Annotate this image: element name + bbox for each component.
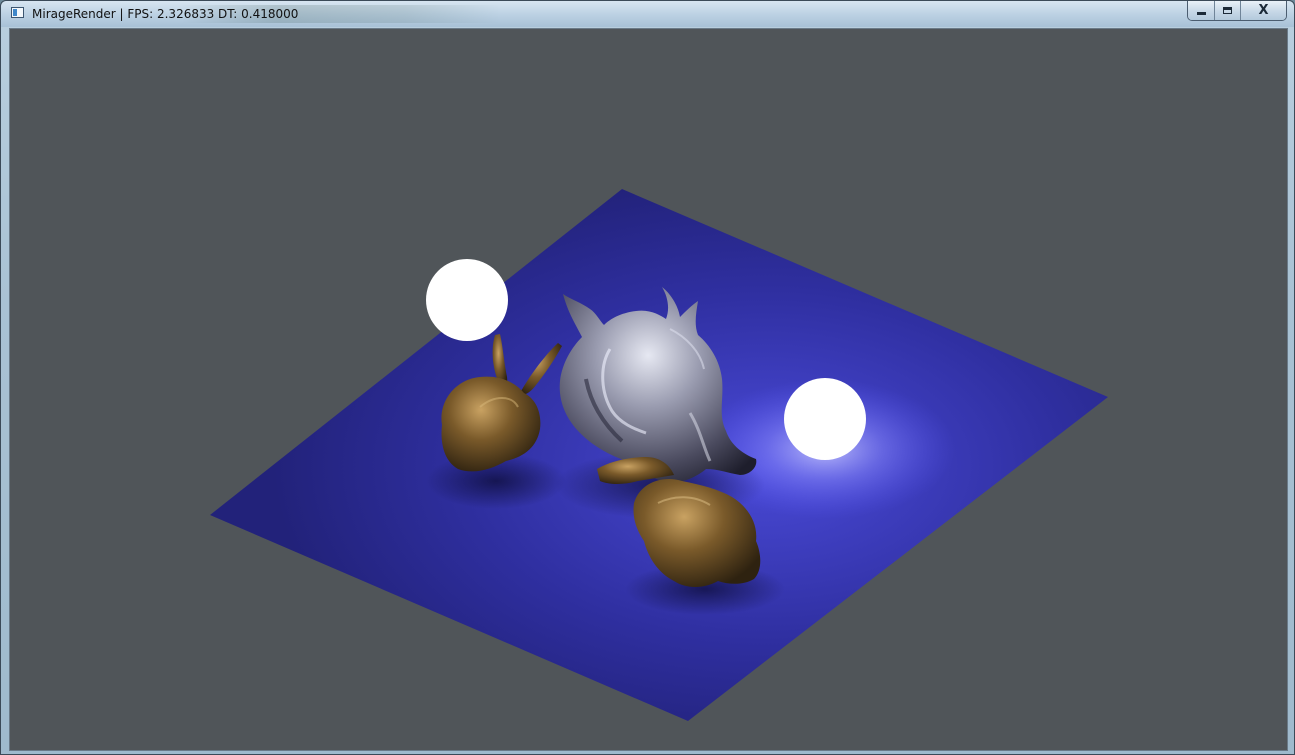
minimize-icon xyxy=(1196,12,1206,15)
render-viewport[interactable] xyxy=(9,28,1288,751)
render-canvas xyxy=(10,29,1287,750)
maximize-button[interactable] xyxy=(1214,1,1240,20)
window-title: MirageRender | FPS: 2.326833 DT: 0.41800… xyxy=(32,7,299,21)
minimize-button[interactable] xyxy=(1188,1,1214,20)
app-icon[interactable] xyxy=(11,7,24,18)
light-sphere-right xyxy=(784,378,866,460)
title-bar[interactable]: MirageRender | FPS: 2.326833 DT: 0.41800… xyxy=(1,1,1294,27)
close-button[interactable]: X xyxy=(1240,1,1286,20)
light-sphere-left xyxy=(426,259,508,341)
maximize-icon xyxy=(1223,7,1232,14)
close-icon: X xyxy=(1258,3,1269,18)
window-controls: X xyxy=(1187,1,1287,21)
app-window: MirageRender | FPS: 2.326833 DT: 0.41800… xyxy=(0,0,1295,755)
